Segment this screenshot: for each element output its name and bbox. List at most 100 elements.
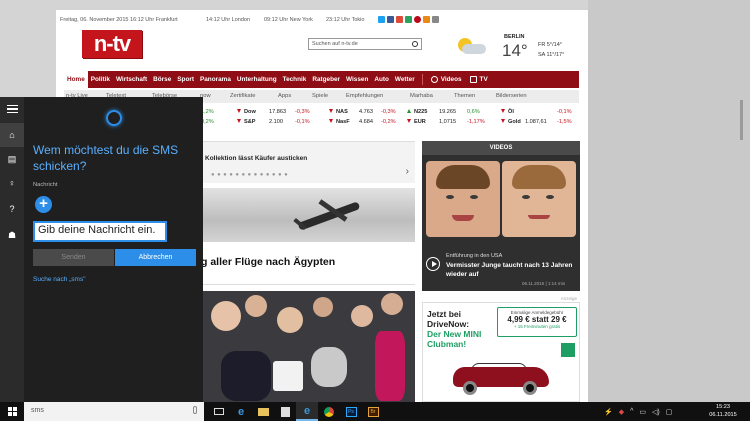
search-sms-link[interactable]: Suche nach „sms" (33, 276, 86, 283)
whatsapp-icon[interactable] (405, 16, 412, 23)
pink-jacket-person (375, 331, 405, 401)
nav-unterhaltung[interactable]: Unterhaltung (234, 76, 280, 83)
rss-icon[interactable] (423, 16, 430, 23)
drivenow-ad[interactable]: Anzeige Jetzt bei DriveNow: Der New MINI… (422, 296, 580, 402)
nav-sport[interactable]: Sport (174, 76, 197, 83)
drivenow-logo (561, 343, 575, 357)
nav-politik[interactable]: Politik (88, 76, 113, 83)
nav-boerse[interactable]: Börse (150, 76, 174, 83)
tv-icon (469, 76, 477, 83)
subnav-bilderserien[interactable]: Bilderserien (496, 93, 527, 99)
stock-ticker: 1,2% 0,2% Dow 17.863 -0,3% S&P 2.100 -0,1% N… (201, 108, 579, 132)
photoshop-button[interactable]: Ps (340, 402, 362, 421)
child-photo (426, 161, 500, 237)
nav-wirtschaft[interactable]: Wirtschaft (113, 76, 150, 83)
add-recipient-button[interactable]: + (35, 196, 52, 213)
help-button[interactable]: ? (0, 197, 24, 221)
nav-ratgeber[interactable]: Ratgeber (309, 76, 343, 83)
video-caption[interactable]: Entführung in den USA Vermisster Junge t… (426, 253, 576, 289)
subnav-spiele[interactable]: Spiele (312, 93, 328, 99)
scrollbar[interactable] (740, 100, 743, 140)
site-search-placeholder: Suchen auf n-tv.de (312, 41, 358, 47)
time-newyork: 09:12 Uhr New York (264, 17, 313, 23)
recipient-label: Nachricht (33, 182, 58, 188)
chevron-right-icon[interactable]: › (406, 166, 409, 177)
ad-line2: Der New MINI Clubman! (427, 329, 482, 349)
subnav-empfehlungen[interactable]: Empfehlungen (346, 93, 383, 99)
carousel-dots[interactable]: ● ● ● ● ● ● ● ● ● ● ● ● ● (211, 172, 288, 178)
bridge-button[interactable]: Br (362, 402, 384, 421)
subnav-marhaba[interactable]: Marhaba (410, 93, 433, 99)
system-tray: ⚡ ◆ ^ ▭ ◁) ▢ (604, 402, 704, 421)
nav-auto[interactable]: Auto (371, 76, 392, 83)
ticker-row[interactable]: NAS 4.763 -0,3% (329, 108, 419, 118)
nav-home[interactable]: Home (64, 71, 88, 88)
ticker-row[interactable]: NasF 4.684 -0,2% (329, 118, 419, 128)
ticker-name: N225 (414, 109, 428, 115)
mail-icon[interactable] (432, 16, 439, 23)
start-button[interactable] (0, 402, 24, 421)
nav-panorama[interactable]: Panorama (197, 76, 234, 83)
reminders-button[interactable]: ♀ (0, 171, 24, 195)
app-tray-icon[interactable]: ◆ (619, 408, 624, 416)
ntv-logo[interactable]: n-tv (82, 30, 142, 58)
ticker-row[interactable]: EUR 1,0715 -1,17% (407, 118, 497, 128)
airplane-image[interactable] (201, 188, 415, 242)
eye (470, 195, 478, 199)
volume-icon[interactable]: ◁) (652, 408, 660, 416)
home-button[interactable]: ⌂ (0, 123, 24, 147)
video-headline[interactable]: Vermisster Junge taucht nach 13 Jahren w… (446, 261, 574, 279)
weather-widget[interactable]: BERLIN 14° FR 5°/14° SA 11°/17° (458, 32, 582, 68)
ticker-row[interactable]: Öl -0,1% (501, 108, 579, 118)
divider (201, 284, 415, 285)
send-button[interactable]: Senden (33, 249, 114, 266)
nav-videos[interactable]: Videos (427, 76, 466, 83)
edge-button[interactable]: e (230, 402, 252, 421)
notebook-button[interactable]: ▤ (0, 147, 24, 171)
subnav-apps[interactable]: Apps (278, 93, 291, 99)
ticker-row[interactable]: 0,2% (201, 118, 231, 128)
nav-wissen[interactable]: Wissen (343, 76, 371, 83)
teaser-headline[interactable]: Kollektion lässt Käufer austicken (205, 155, 307, 162)
person-face (351, 305, 373, 327)
nav-tv[interactable]: TV (466, 76, 492, 83)
videos-panel[interactable]: VIDEOS Entführung in den USA Vermisster … (422, 141, 580, 291)
message-input[interactable]: Gib deine Nachricht ein. (33, 221, 167, 242)
chevron-up-icon[interactable]: ^ (630, 408, 633, 415)
ticker-row[interactable]: S&P 2.100 -0,1% (237, 118, 327, 128)
hamburger-button[interactable] (0, 97, 24, 121)
parliament-photo[interactable] (201, 291, 415, 402)
nav-technik[interactable]: Technik (280, 76, 310, 83)
play-icon[interactable] (426, 257, 440, 271)
teaser-carousel[interactable]: Kollektion lässt Käufer austicken ● ● ● … (201, 141, 415, 183)
ticker-row[interactable]: Dow 17.863 -0,3% (237, 108, 327, 118)
site-search-input[interactable]: Suchen auf n-tv.de (308, 38, 422, 50)
ticker-row[interactable]: N225 19.265 0,6% (407, 108, 497, 118)
nav-wetter[interactable]: Wetter (392, 76, 418, 83)
microphone-icon[interactable] (193, 406, 197, 414)
app-tray-icon[interactable]: ⚡ (604, 408, 613, 416)
network-icon[interactable]: ▭ (639, 408, 646, 416)
feedback-button[interactable]: ☗ (0, 223, 24, 247)
twitter-icon[interactable] (378, 16, 385, 23)
subnav-themen[interactable]: Themen (454, 93, 475, 99)
facebook-icon[interactable] (387, 16, 394, 23)
subnav-zertifikate[interactable]: Zertifikate (230, 93, 255, 99)
store-button[interactable] (274, 402, 296, 421)
ticker-row[interactable]: Gold 1.087,61 -1,5% (501, 118, 579, 128)
explorer-button[interactable] (252, 402, 274, 421)
ticker-value: 1,0715 (439, 119, 457, 125)
ticker-row[interactable]: 1,2% (201, 108, 231, 118)
article-headline[interactable]: g aller Flüge nach Ägypten (201, 256, 335, 268)
search-icon[interactable] (412, 41, 418, 47)
taskbar-clock[interactable]: 15:23 06.11.2015 (703, 403, 743, 419)
task-view-button[interactable] (208, 402, 230, 421)
chrome-button[interactable] (318, 402, 340, 421)
cancel-button[interactable]: Abbrechen (115, 249, 196, 266)
taskbar-search-box[interactable]: sms (24, 402, 204, 421)
notifications-icon[interactable]: ▢ (666, 408, 673, 416)
person-face (313, 297, 333, 317)
pinterest-icon[interactable] (414, 16, 421, 23)
ie-button[interactable]: e (296, 402, 318, 421)
googleplus-icon[interactable] (396, 16, 403, 23)
